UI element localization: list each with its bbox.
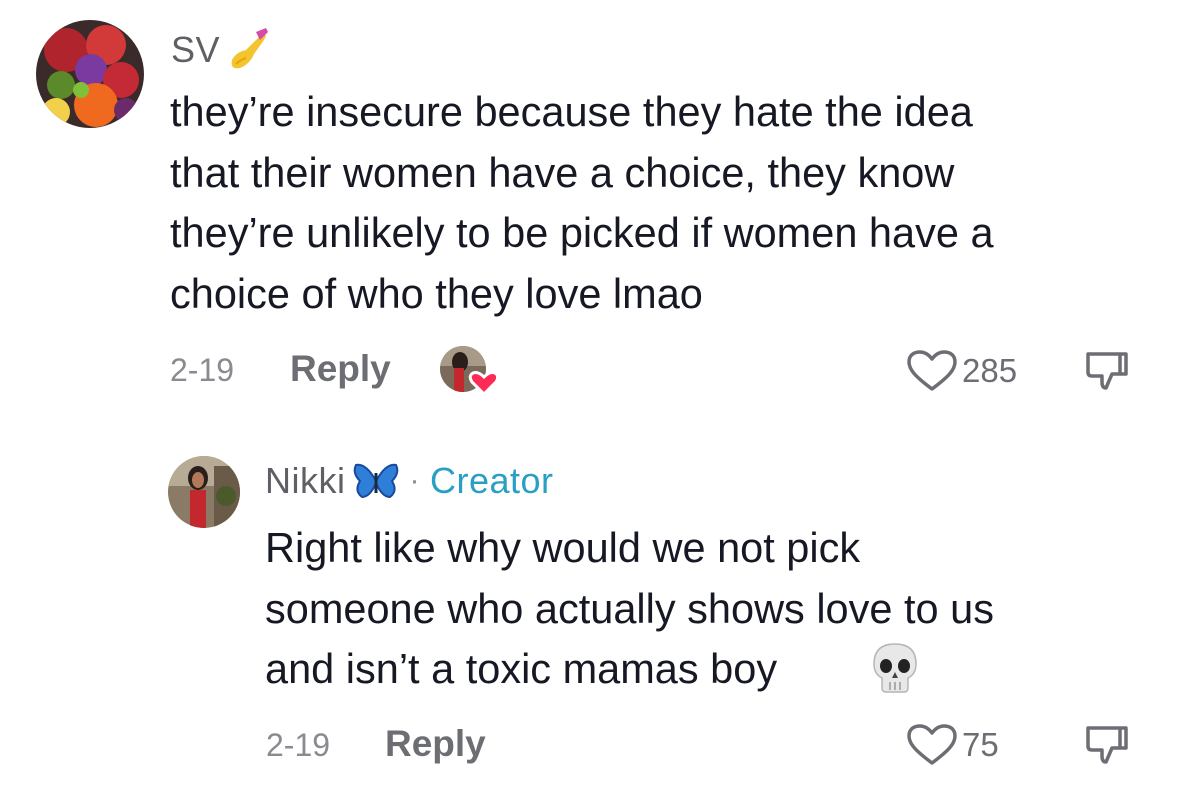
creator-badge: Creator — [430, 460, 554, 501]
comment-text: they’re insecure because they hate the i… — [170, 82, 994, 324]
reply-button[interactable]: Reply — [385, 723, 486, 765]
comment-line: Right like why would we not pick — [265, 524, 861, 571]
comment-username[interactable]: Nikki · Creator — [265, 460, 554, 502]
creator-avatar-mini-icon — [440, 346, 500, 397]
comment-line: choice of who they love lmao — [170, 269, 703, 317]
thumbs-down-icon — [1086, 726, 1128, 764]
nail-polish-icon — [226, 26, 270, 74]
comment-date: 2-19 — [266, 727, 331, 763]
comment-line: they’re insecure because they hate the i… — [170, 88, 973, 135]
avatar[interactable] — [36, 20, 144, 128]
separator-dot: · — [409, 464, 420, 497]
username-text: SV — [171, 29, 221, 70]
skull-icon — [872, 642, 918, 699]
dislike-button[interactable] — [1084, 348, 1130, 399]
avatar[interactable] — [168, 456, 240, 528]
heart-icon — [907, 724, 957, 765]
comment-username[interactable]: SV — [171, 26, 270, 74]
heart-badge-icon — [468, 371, 500, 397]
dislike-button[interactable] — [1084, 722, 1130, 773]
heart-icon — [907, 350, 957, 391]
comment-line: that their women have a choice, they kno… — [170, 148, 955, 196]
username-text: Nikki — [265, 460, 346, 501]
comment-date: 2-19 — [170, 352, 235, 388]
comment-line: someone who actually shows love to us — [265, 584, 994, 632]
reply-button[interactable]: Reply — [290, 348, 391, 390]
like-button[interactable]: 285 — [906, 349, 1017, 393]
butterfly-icon — [352, 461, 400, 501]
like-count: 75 — [962, 726, 999, 763]
like-button[interactable]: 75 — [906, 723, 999, 767]
comment-line: they’re unlikely to be picked if women h… — [170, 209, 994, 256]
thumbs-down-icon — [1086, 352, 1128, 390]
creator-liked-badge — [440, 346, 500, 397]
like-count: 285 — [962, 352, 1018, 389]
